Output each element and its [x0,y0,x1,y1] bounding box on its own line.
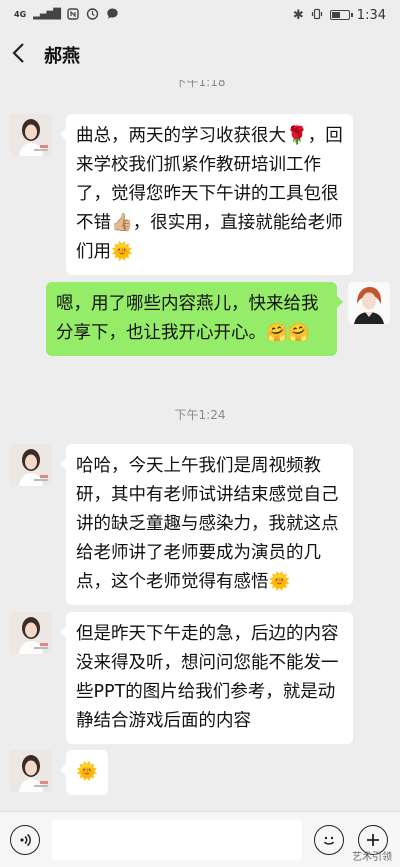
message-bubble[interactable]: 🌞 [60,750,108,795]
status-left: 4G ▂▄▆█ [14,7,119,23]
status-bar: 4G ▂▄▆█ ✱ 1:34 [0,0,400,30]
nav-bar: 郝燕 [0,30,400,80]
battery-level [331,12,340,18]
emoji-button[interactable] [314,824,344,855]
status-time: 1:34 [356,7,386,23]
status-right: ✱ 1:34 [293,8,386,23]
chat-bubble-icon [106,7,119,23]
contact-avatar[interactable] [10,750,52,792]
chat-title: 郝燕 [44,46,80,67]
message-bubble[interactable]: 但是昨天下午走的急，后边的内容没来得及听，想问问您能不能发一些PPT的图片给我们… [60,612,353,744]
network-type: 4G [14,10,27,19]
timestamp: 下午1:24 [174,408,226,422]
message-bubble[interactable]: 曲总，两天的学习收获很大🌹，回来学校我们抓紧作教研培训工作了，觉得您昨天下午讲的… [60,114,353,275]
message-text: 🌞 [76,762,98,782]
signal-icon: ▂▄▆█ [33,9,61,20]
message-bubble[interactable]: 嗯，用了哪些内容燕儿，快来给我分享下，也让我开心开心。🤗🤗 [46,282,343,356]
alarm-icon [86,7,99,23]
voice-toggle-button[interactable] [10,824,40,855]
bluetooth-icon: ✱ [292,7,304,23]
back-arrow-icon[interactable] [10,42,36,69]
contact-avatar[interactable] [10,114,52,156]
message-input[interactable] [52,819,302,860]
message-bubble[interactable]: 哈哈，今天上午我们是周视频教研，其中有老师试讲结束感觉自己讲的缺乏童趣与感染力，… [60,444,353,605]
message-text: 但是昨天下午走的急，后边的内容没来得及听，想问问您能不能发一些PPT的图片给我们… [76,624,339,731]
battery-icon [329,10,353,20]
message-text: 嗯，用了哪些内容燕儿，快来给我分享下，也让我开心开心。🤗🤗 [56,294,319,343]
input-bar: 艺术引领 [0,811,400,867]
message-text: 曲总，两天的学习收获很大🌹，回来学校我们抓紧作教研培训工作了，觉得您昨天下午讲的… [76,126,343,262]
my-avatar[interactable] [348,282,390,324]
chat-area[interactable]: 下午1:18 曲总，两天的学习收获很大🌹，回来学校我们抓紧作教研培训工作了，觉得… [0,80,400,811]
nfc-icon [67,7,79,23]
contact-avatar[interactable] [10,612,52,654]
message-text: 哈哈，今天上午我们是周视频教研，其中有老师试讲结束感觉自己讲的缺乏童趣与感染力，… [76,456,339,592]
contact-avatar[interactable] [10,444,52,486]
timestamp: 下午1:18 [174,80,226,89]
vibrate-icon [311,8,323,23]
watermark: 艺术引领 [352,852,392,863]
